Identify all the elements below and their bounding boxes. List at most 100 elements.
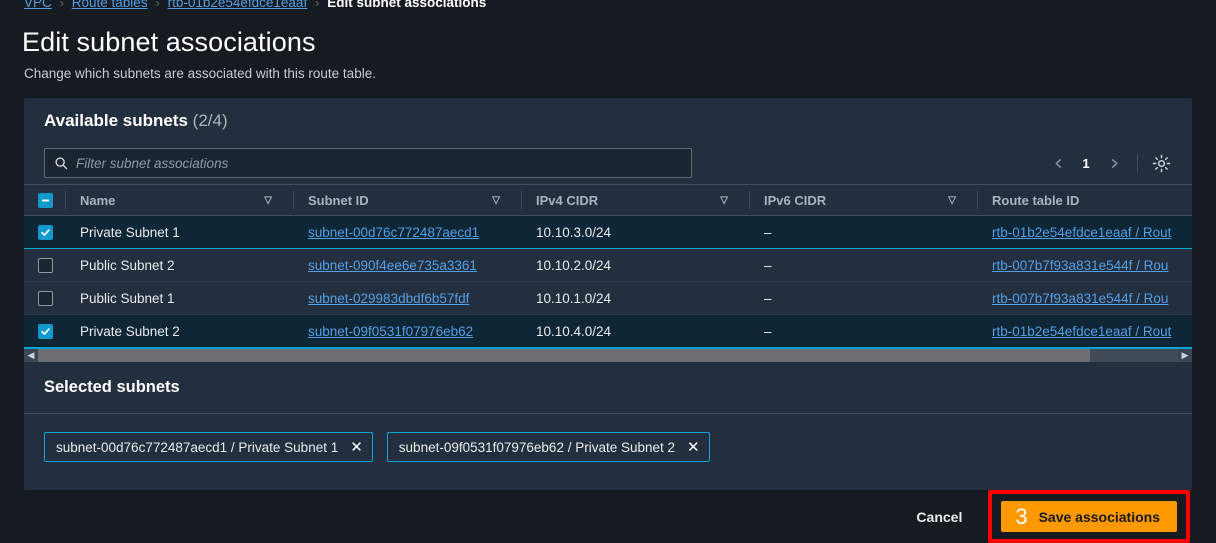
cell-name: Public Subnet 1 <box>66 281 294 315</box>
scroll-right-icon[interactable]: ▶ <box>1178 349 1192 362</box>
save-associations-button-label: Save associations <box>1038 508 1160 525</box>
sort-descending-icon[interactable]: ▽ <box>948 195 956 206</box>
selected-subnets-tokens: subnet-00d76c772487aecd1 / Private Subne… <box>24 414 1192 462</box>
cell-ipv4-cidr: 10.10.2.0/24 <box>522 248 750 282</box>
indeterminate-icon <box>41 199 49 201</box>
cell-ipv4-text: 10.10.2.0/24 <box>536 257 612 273</box>
breadcrumb-separator-icon: › <box>315 0 320 10</box>
subnet-id-link[interactable]: subnet-00d76c772487aecd1 <box>308 225 479 240</box>
check-icon <box>40 228 50 236</box>
cell-subnet-id: subnet-09f0531f07976eb62 <box>294 314 522 348</box>
cell-name-text: Private Subnet 2 <box>80 323 180 339</box>
cancel-button[interactable]: Cancel <box>912 503 966 531</box>
selected-subnet-token[interactable]: subnet-09f0531f07976eb62 / Private Subne… <box>386 432 710 462</box>
breadcrumb-item-current: Edit subnet associations <box>327 0 487 10</box>
save-associations-button[interactable]: 3 Save associations <box>1001 501 1177 532</box>
column-header-select-all <box>24 185 66 216</box>
cell-ipv6-text: – <box>764 323 772 339</box>
pagination-current-page[interactable]: 1 <box>1073 150 1099 176</box>
column-header-ipv6-cidr-label: IPv6 CIDR <box>764 192 827 208</box>
available-subnets-count: (2/4) <box>192 111 228 130</box>
gear-icon <box>1152 154 1170 172</box>
table-row[interactable]: Public Subnet 1 subnet-029983dbdf6b57fdf… <box>24 281 1192 315</box>
cell-name: Private Subnet 1 <box>66 215 294 249</box>
cell-subnet-id: subnet-090f4ee6e735a3361 <box>294 248 522 282</box>
cell-ipv6-text: – <box>764 257 772 273</box>
route-table-id-link[interactable]: rtb-01b2e54efdce1eaaf / Rout <box>992 225 1171 240</box>
row-select-cell[interactable] <box>24 281 66 315</box>
cell-subnet-id: subnet-029983dbdf6b57fdf <box>294 281 522 315</box>
breadcrumb-separator-icon: › <box>59 0 64 10</box>
column-header-name-label: Name <box>80 192 116 208</box>
subnets-table-wrapper: Name ▽ Subnet ID ▽ IPv4 CIDR ▽ IPv6 CIDR… <box>24 184 1192 348</box>
annotation-marker-3: 3 <box>1015 503 1028 529</box>
search-input[interactable] <box>68 155 691 171</box>
row-checkbox[interactable] <box>37 290 53 306</box>
column-header-ipv4-cidr[interactable]: IPv4 CIDR ▽ <box>522 185 750 216</box>
selected-subnet-token-label: subnet-09f0531f07976eb62 / Private Subne… <box>398 439 676 455</box>
cell-ipv4-cidr: 10.10.3.0/24 <box>522 215 750 249</box>
table-preferences-button[interactable] <box>1148 150 1174 176</box>
pagination-prev-button[interactable] <box>1045 150 1071 176</box>
selected-subnet-token-label: subnet-00d76c772487aecd1 / Private Subne… <box>56 439 339 455</box>
route-table-id-link[interactable]: rtb-01b2e54efdce1eaaf / Rout <box>992 324 1171 339</box>
column-header-subnet-id[interactable]: Subnet ID ▽ <box>294 185 522 216</box>
cell-ipv6-cidr: – <box>750 215 978 249</box>
row-select-cell[interactable] <box>24 215 66 249</box>
search-box[interactable] <box>44 148 692 178</box>
close-icon[interactable]: ✕ <box>687 440 700 455</box>
page-title: Edit subnet associations <box>22 27 316 57</box>
cell-name: Private Subnet 2 <box>66 314 294 348</box>
page-description: Change which subnets are associated with… <box>24 66 376 81</box>
form-actions-footer: Cancel 3 Save associations <box>0 490 1216 543</box>
sort-descending-icon[interactable]: ▽ <box>264 195 272 206</box>
row-select-cell[interactable] <box>24 314 66 348</box>
subnet-id-link[interactable]: subnet-090f4ee6e735a3361 <box>308 258 477 273</box>
chevron-right-icon <box>1111 158 1118 168</box>
scroll-left-icon[interactable]: ◀ <box>24 349 38 362</box>
subnets-table-head: Name ▽ Subnet ID ▽ IPv4 CIDR ▽ IPv6 CIDR… <box>24 185 1192 216</box>
available-subnets-title: Available subnets <box>44 111 188 130</box>
sort-descending-icon[interactable]: ▽ <box>720 195 728 206</box>
cell-ipv6-text: – <box>764 224 772 240</box>
close-icon[interactable]: ✕ <box>350 440 363 455</box>
route-table-id-link[interactable]: rtb-007b7f93a831e544f / Rou <box>992 258 1168 273</box>
cell-ipv6-text: – <box>764 290 772 306</box>
table-row[interactable]: Private Subnet 2 subnet-09f0531f07976eb6… <box>24 314 1192 348</box>
row-checkbox[interactable] <box>37 224 53 240</box>
select-all-checkbox[interactable] <box>37 192 53 208</box>
scrollbar-thumb[interactable] <box>38 349 1090 362</box>
column-header-name[interactable]: Name ▽ <box>66 185 294 216</box>
route-table-id-link[interactable]: rtb-007b7f93a831e544f / Rou <box>992 291 1168 306</box>
subnet-id-link[interactable]: subnet-029983dbdf6b57fdf <box>308 291 469 306</box>
row-select-cell[interactable] <box>24 248 66 282</box>
horizontal-scrollbar[interactable]: ◀ ▶ <box>24 348 1192 362</box>
sort-descending-icon[interactable]: ▽ <box>492 195 500 206</box>
column-header-route-table-id[interactable]: Route table ID <box>978 185 1192 216</box>
pagination-divider <box>1137 154 1138 172</box>
pagination-next-button[interactable] <box>1101 150 1127 176</box>
cell-route-table-id: rtb-01b2e54efdce1eaaf / Rout <box>978 314 1192 348</box>
breadcrumb-item-vpc[interactable]: VPC <box>24 0 52 13</box>
breadcrumb-item-route-table-id[interactable]: rtb-01b2e54efdce1eaaf <box>168 0 308 13</box>
column-header-subnet-id-label: Subnet ID <box>308 192 369 208</box>
cell-subnet-id: subnet-00d76c772487aecd1 <box>294 215 522 249</box>
check-icon <box>40 327 50 335</box>
cell-name: Public Subnet 2 <box>66 248 294 282</box>
row-checkbox[interactable] <box>37 257 53 273</box>
cell-ipv4-cidr: 10.10.4.0/24 <box>522 314 750 348</box>
edit-subnet-associations-page: VPC › Route tables › rtb-01b2e54efdce1ea… <box>0 0 1216 543</box>
cell-name-text: Public Subnet 1 <box>80 290 175 306</box>
table-row[interactable]: Public Subnet 2 subnet-090f4ee6e735a3361… <box>24 248 1192 282</box>
selected-subnet-token[interactable]: subnet-00d76c772487aecd1 / Private Subne… <box>44 432 373 462</box>
breadcrumb-separator-icon: › <box>155 0 160 10</box>
cell-route-table-id: rtb-007b7f93a831e544f / Rou <box>978 281 1192 315</box>
column-header-ipv4-cidr-label: IPv4 CIDR <box>536 192 599 208</box>
subnet-id-link[interactable]: subnet-09f0531f07976eb62 <box>308 324 473 339</box>
breadcrumb-item-route-tables[interactable]: Route tables <box>72 0 148 13</box>
filter-row: 1 <box>24 142 1192 184</box>
subnets-table-body: Private Subnet 1 subnet-00d76c772487aecd… <box>24 215 1192 348</box>
column-header-ipv6-cidr[interactable]: IPv6 CIDR ▽ <box>750 185 978 216</box>
row-checkbox[interactable] <box>37 323 53 339</box>
table-row[interactable]: Private Subnet 1 subnet-00d76c772487aecd… <box>24 215 1192 249</box>
